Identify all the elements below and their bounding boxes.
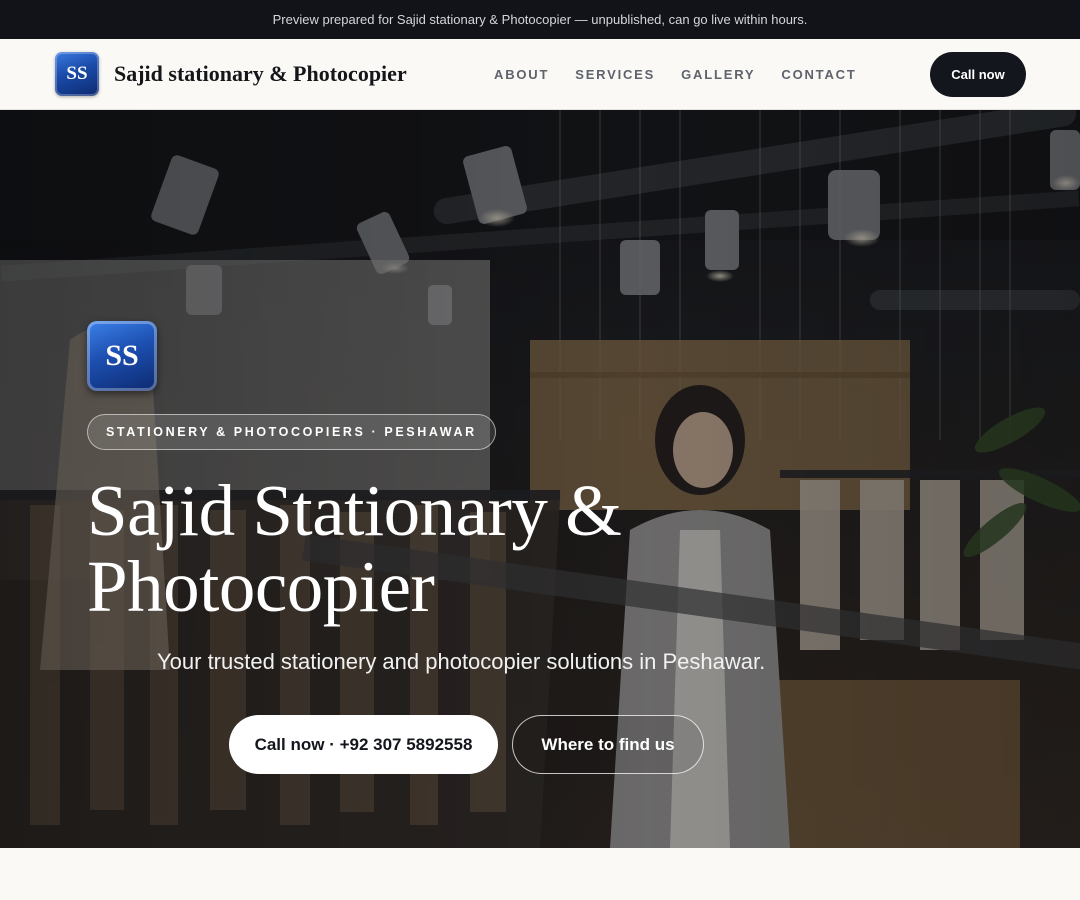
hero-logo-icon: SS <box>87 321 157 391</box>
next-section <box>0 848 1080 900</box>
header-call-button[interactable]: Call now <box>930 51 1026 97</box>
hero-cta-group: Call now · +92 307 5892558 Where to find… <box>229 715 704 774</box>
logo-text: SS <box>66 63 88 84</box>
nav-contact[interactable]: CONTACT <box>781 67 856 82</box>
hero-section: SS STATIONERY & PHOTOCOPIERS · PESHAWAR … <box>0 110 1080 848</box>
main-nav: ABOUT SERVICES GALLERY CONTACT <box>494 39 857 109</box>
where-to-find-us-button[interactable]: Where to find us <box>512 715 704 774</box>
hero-subtitle: Your trusted stationery and photocopier … <box>157 649 766 674</box>
call-now-button[interactable]: Call now · +92 307 5892558 <box>229 715 498 774</box>
site-header: SS Sajid stationary & Photocopier ABOUT … <box>0 39 1080 110</box>
hero-logo-text: SS <box>105 339 139 372</box>
hero-tagline-badge: STATIONERY & PHOTOCOPIERS · PESHAWAR <box>87 414 496 450</box>
hero-content: SS STATIONERY & PHOTOCOPIERS · PESHAWAR … <box>87 321 807 625</box>
logo-icon: SS <box>55 52 99 96</box>
hero-title-line-2: Photocopier <box>87 546 435 627</box>
hero-title-line-1: Sajid Stationary & <box>87 470 622 551</box>
hero-title: Sajid Stationary & Photocopier <box>87 473 807 625</box>
nav-about[interactable]: ABOUT <box>494 67 549 82</box>
brand[interactable]: SS Sajid stationary & Photocopier <box>55 52 407 96</box>
nav-gallery[interactable]: GALLERY <box>681 67 755 82</box>
preview-banner-text: Preview prepared for Sajid stationary & … <box>272 12 808 27</box>
brand-name: Sajid stationary & Photocopier <box>114 61 407 86</box>
preview-banner: Preview prepared for Sajid stationary & … <box>0 0 1080 39</box>
nav-services[interactable]: SERVICES <box>575 67 655 82</box>
